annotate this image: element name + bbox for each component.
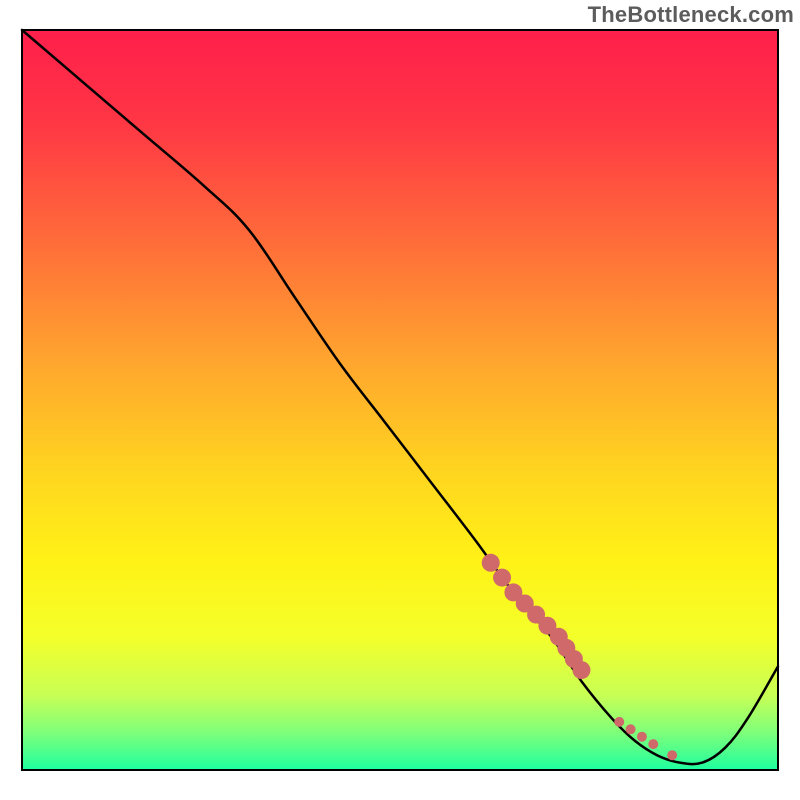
scatter-point [493, 569, 511, 587]
scatter-point [648, 739, 658, 749]
scatter-point [572, 661, 590, 679]
scatter-point [667, 750, 677, 760]
scatter-point [637, 732, 647, 742]
watermark-text: TheBottleneck.com [588, 2, 794, 28]
scatter-point [614, 717, 624, 727]
scatter-point [626, 724, 636, 734]
chart-stage: TheBottleneck.com [0, 0, 800, 800]
plot-background [22, 30, 778, 770]
scatter-point [482, 554, 500, 572]
chart-svg [0, 0, 800, 800]
